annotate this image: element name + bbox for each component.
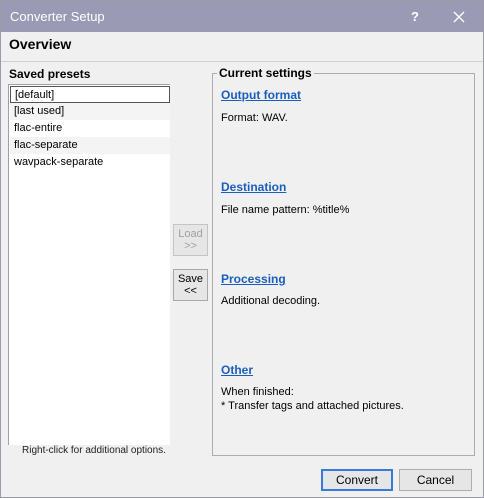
converter-setup-window: Converter Setup ? Overview Saved presets… [0, 0, 484, 498]
preset-item-flac-separate[interactable]: flac-separate [10, 137, 170, 154]
save-button-label: Save [177, 273, 204, 285]
other-text-transfer-tags: * Transfer tags and attached pictures. [221, 400, 404, 412]
destination-text: File name pattern: %title% [221, 204, 350, 216]
window-title: Converter Setup [10, 9, 105, 24]
output-format-link[interactable]: Output format [221, 88, 301, 102]
close-icon [453, 11, 465, 23]
preset-item-wavpack-separate[interactable]: wavpack-separate [10, 154, 170, 171]
save-button-arrow: << [184, 285, 197, 297]
destination-link[interactable]: Destination [221, 180, 286, 194]
load-button-arrow: >> [184, 240, 197, 252]
saved-presets-label: Saved presets [9, 67, 91, 81]
preset-item-flac-entire[interactable]: flac-entire [10, 120, 170, 137]
processing-text: Additional decoding. [221, 295, 321, 307]
cancel-button[interactable]: Cancel [399, 469, 472, 491]
convert-button[interactable]: Convert [321, 469, 393, 491]
save-button[interactable]: Save << [173, 269, 208, 301]
processing-link[interactable]: Processing [221, 272, 286, 286]
load-button-label: Load [178, 228, 203, 240]
overview-header: Overview [1, 32, 483, 62]
preset-list[interactable]: [default] [last used] flac-entire flac-s… [8, 84, 170, 445]
preset-item-last-used[interactable]: [last used] [10, 103, 170, 120]
preset-item-default[interactable]: [default] [10, 86, 170, 103]
page-title: Overview [9, 36, 72, 52]
help-icon: ? [411, 9, 419, 24]
output-format-text: Format: WAV. [221, 112, 288, 124]
other-text-when-finished: When finished: [221, 386, 294, 398]
current-settings-title: Current settings [217, 66, 314, 80]
other-link[interactable]: Other [221, 363, 253, 377]
help-button[interactable]: ? [397, 5, 433, 29]
title-bar[interactable]: Converter Setup ? [1, 1, 483, 32]
load-button[interactable]: Load >> [173, 224, 208, 256]
close-button[interactable] [441, 5, 477, 29]
preset-list-hint: Right-click for additional options. [22, 445, 166, 456]
